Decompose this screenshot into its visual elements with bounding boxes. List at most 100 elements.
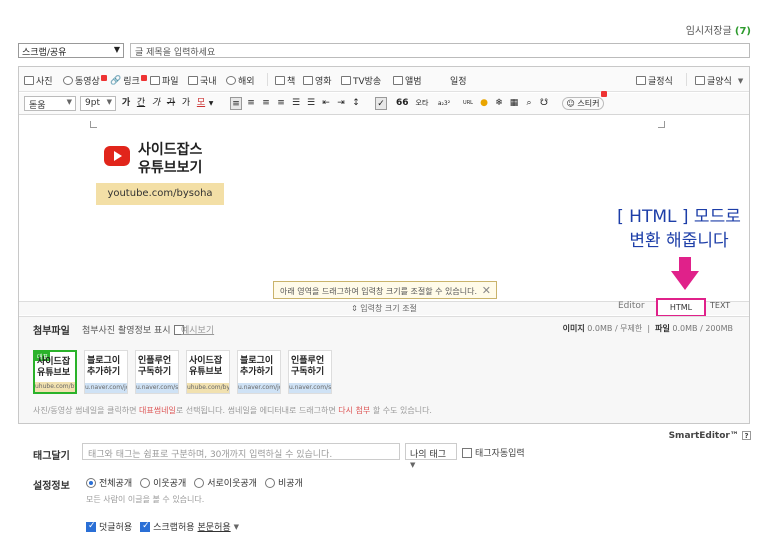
chevron-down-icon[interactable]: ▼ xyxy=(234,523,239,531)
draft-link[interactable]: 임시저장글 (7) xyxy=(686,22,751,37)
auto-tag-checkbox[interactable] xyxy=(462,447,472,458)
photo-info-option[interactable]: 첨부사진 촬영정보 표시 xyxy=(82,323,184,336)
align-center-icon[interactable]: ≡ xyxy=(245,97,257,110)
toolbar-divider xyxy=(686,73,687,86)
tag-input[interactable]: 태그와 태그는 쉼표로 구분하며, 30개까지 입력하실 수 있습니다. xyxy=(82,443,400,460)
logo-text-line2: 유튜브보기 xyxy=(138,160,203,176)
close-icon[interactable]: ✕ xyxy=(482,284,491,297)
translate-button[interactable]: 오타 xyxy=(412,97,432,110)
attachment-thumbnail[interactable]: 사이드잡유튜브보 uhube.com/bysc xyxy=(186,350,230,394)
album-button[interactable]: 앨범 xyxy=(393,74,422,87)
scrap-scope-select[interactable]: 본문허용 xyxy=(198,520,231,533)
numbered-list-icon[interactable]: ☰ xyxy=(290,97,302,110)
special-char-button[interactable]: a₂3² xyxy=(433,97,455,110)
line-height-icon[interactable]: ↕ xyxy=(350,97,362,110)
map-pin-icon[interactable]: ☋ xyxy=(538,97,550,110)
font-size-select[interactable]: 9pt ▼ xyxy=(80,96,116,111)
italic-button[interactable]: 가 xyxy=(150,97,162,110)
bold-button[interactable]: 가 xyxy=(120,97,132,110)
visibility-mutual[interactable]: 서로이웃공개 xyxy=(194,476,257,489)
url-button[interactable]: URL xyxy=(460,97,476,110)
youtube-play-icon xyxy=(104,146,130,166)
radio-button[interactable] xyxy=(264,477,275,488)
table-icon[interactable]: ▦ xyxy=(508,97,520,110)
content-corner xyxy=(658,121,665,128)
mode-editor-tab[interactable]: Editor xyxy=(618,301,645,311)
link-button[interactable]: 🔗 링크 xyxy=(110,74,147,87)
movie-button[interactable]: 영화 xyxy=(303,74,332,87)
attachment-thumbnail[interactable]: 블로그이추가하기 u.naver.com/joolse xyxy=(237,350,281,394)
new-badge xyxy=(140,74,147,81)
new-badge xyxy=(601,91,607,97)
template-button[interactable]: 글양식 ▼ xyxy=(695,74,743,87)
font-color-button[interactable]: 모 xyxy=(195,97,207,110)
outdent-icon[interactable]: ⇤ xyxy=(320,97,332,110)
link-icon: 🔗 xyxy=(110,75,122,86)
comment-checkbox[interactable] xyxy=(86,521,96,532)
permission-options: 덧글허용 스크랩허용 본문허용▼ xyxy=(86,520,239,533)
superscript-button[interactable]: 가 xyxy=(180,97,192,110)
insert-toolbar: 사진 동영상 🔗 링크 파일 국내 해외 책 영화 TV방송 앨범 일정 글정식 … xyxy=(19,67,749,92)
html-mode-annotation: [ HTML ] 모드로 변환 해줍니다 xyxy=(596,205,762,253)
thumbnail-url: u.naver.com/joolse xyxy=(85,383,127,393)
align-left-icon[interactable]: ≡ xyxy=(230,97,242,110)
settings-label: 설정정보 xyxy=(33,481,70,492)
sticker-button[interactable]: ☺ 스티커 xyxy=(562,97,604,110)
thumbnail-url: u.naver.com/sch xyxy=(136,383,179,393)
radio-button[interactable] xyxy=(194,477,205,488)
file-button[interactable]: 파일 xyxy=(150,74,179,87)
text-style-button[interactable]: 글정식 xyxy=(636,74,673,87)
scrap-checkbox[interactable] xyxy=(140,521,151,532)
font-family-select[interactable]: 돋움 ▼ xyxy=(24,96,76,111)
visibility-private[interactable]: 비공개 xyxy=(264,476,303,489)
emoticon-icon[interactable]: ● xyxy=(478,97,490,110)
toolbar-divider xyxy=(267,73,268,86)
logo-url: youtube.com/bysoha xyxy=(96,183,224,205)
chevron-down-icon[interactable]: ▼ xyxy=(207,97,215,110)
domestic-button[interactable]: 국내 xyxy=(188,74,217,87)
attachment-thumbnail[interactable]: 인플루언구독하기 u.naver.com/sch xyxy=(288,350,332,394)
allow-scrap-option[interactable]: 스크랩허용 본문허용▼ xyxy=(140,520,239,533)
visibility-options: 전체공개 이웃공개 서로이웃공개 비공개 xyxy=(86,476,303,489)
tv-button[interactable]: TV방송 xyxy=(341,74,381,87)
chevron-down-icon: ▼ xyxy=(66,98,72,106)
attachment-thumbnail[interactable]: 블로그이추가하기 u.naver.com/joolse xyxy=(84,350,128,394)
pointer-arrow-icon xyxy=(671,257,699,290)
visibility-description: 모든 사람이 이글을 볼 수 있습니다. xyxy=(86,495,205,504)
thumbnail-url: uhube.com/bysc xyxy=(35,382,75,392)
radio-button[interactable] xyxy=(86,477,96,488)
schedule-button[interactable]: 일정 xyxy=(450,74,467,87)
help-icon[interactable]: ? xyxy=(742,431,751,440)
attachment-thumbnail[interactable]: 인플루언구독하기 u.naver.com/sch xyxy=(135,350,179,394)
align-justify-icon[interactable]: ≡ xyxy=(275,97,287,110)
allow-comment-option[interactable]: 덧글허용 xyxy=(86,520,132,533)
mode-html-tab[interactable]: HTML xyxy=(656,298,706,317)
category-select[interactable]: 스크랩/공유 ▼ xyxy=(18,43,124,58)
indent-icon[interactable]: ⇥ xyxy=(335,97,347,110)
preview-link[interactable]: 예시보기 xyxy=(181,323,214,336)
special-icon[interactable]: ❄ xyxy=(493,97,505,110)
book-button[interactable]: 책 xyxy=(275,74,295,87)
mode-text-tab[interactable]: TEXT xyxy=(710,301,730,310)
visibility-neighbors[interactable]: 이웃공개 xyxy=(140,476,186,489)
search-icon[interactable]: ⌕ xyxy=(523,97,535,110)
format-toolbar: 돋움 ▼ 9pt ▼ 가 간 가 가 가 모 ▼ ≡ ≡ ≡ ≡ ☰ ☰ ⇤ ⇥ ↕… xyxy=(19,91,749,115)
photo-button[interactable]: 사진 xyxy=(24,74,53,87)
auto-tag-option[interactable]: 태그자동입력 xyxy=(462,446,525,459)
visibility-public[interactable]: 전체공개 xyxy=(86,476,132,489)
attachment-thumbnail[interactable]: 대표 사이드잡유튜브보 uhube.com/bysc xyxy=(33,350,77,394)
my-tag-button[interactable]: 나의 태그 ▼ xyxy=(405,443,457,469)
spellcheck-icon[interactable]: ✓ xyxy=(375,97,387,110)
video-button[interactable]: 동영상 xyxy=(63,74,107,87)
chevron-down-icon: ▼ xyxy=(113,45,120,54)
logo-image[interactable]: 사이드잡스 유튜브보기 youtube.com/bysoha xyxy=(96,135,224,207)
overseas-button[interactable]: 해외 xyxy=(226,74,255,87)
radio-button[interactable] xyxy=(140,477,151,488)
align-right-icon[interactable]: ≡ xyxy=(260,97,272,110)
thumbnail-url: uhube.com/bysc xyxy=(187,383,230,393)
bullet-list-icon[interactable]: ☰ xyxy=(305,97,317,110)
title-input[interactable]: 글 제목을 입력하세요 xyxy=(130,43,750,58)
strikethrough-button[interactable]: 가 xyxy=(165,97,177,110)
quote-button[interactable]: 66 xyxy=(396,97,409,110)
underline-button[interactable]: 간 xyxy=(135,97,147,110)
